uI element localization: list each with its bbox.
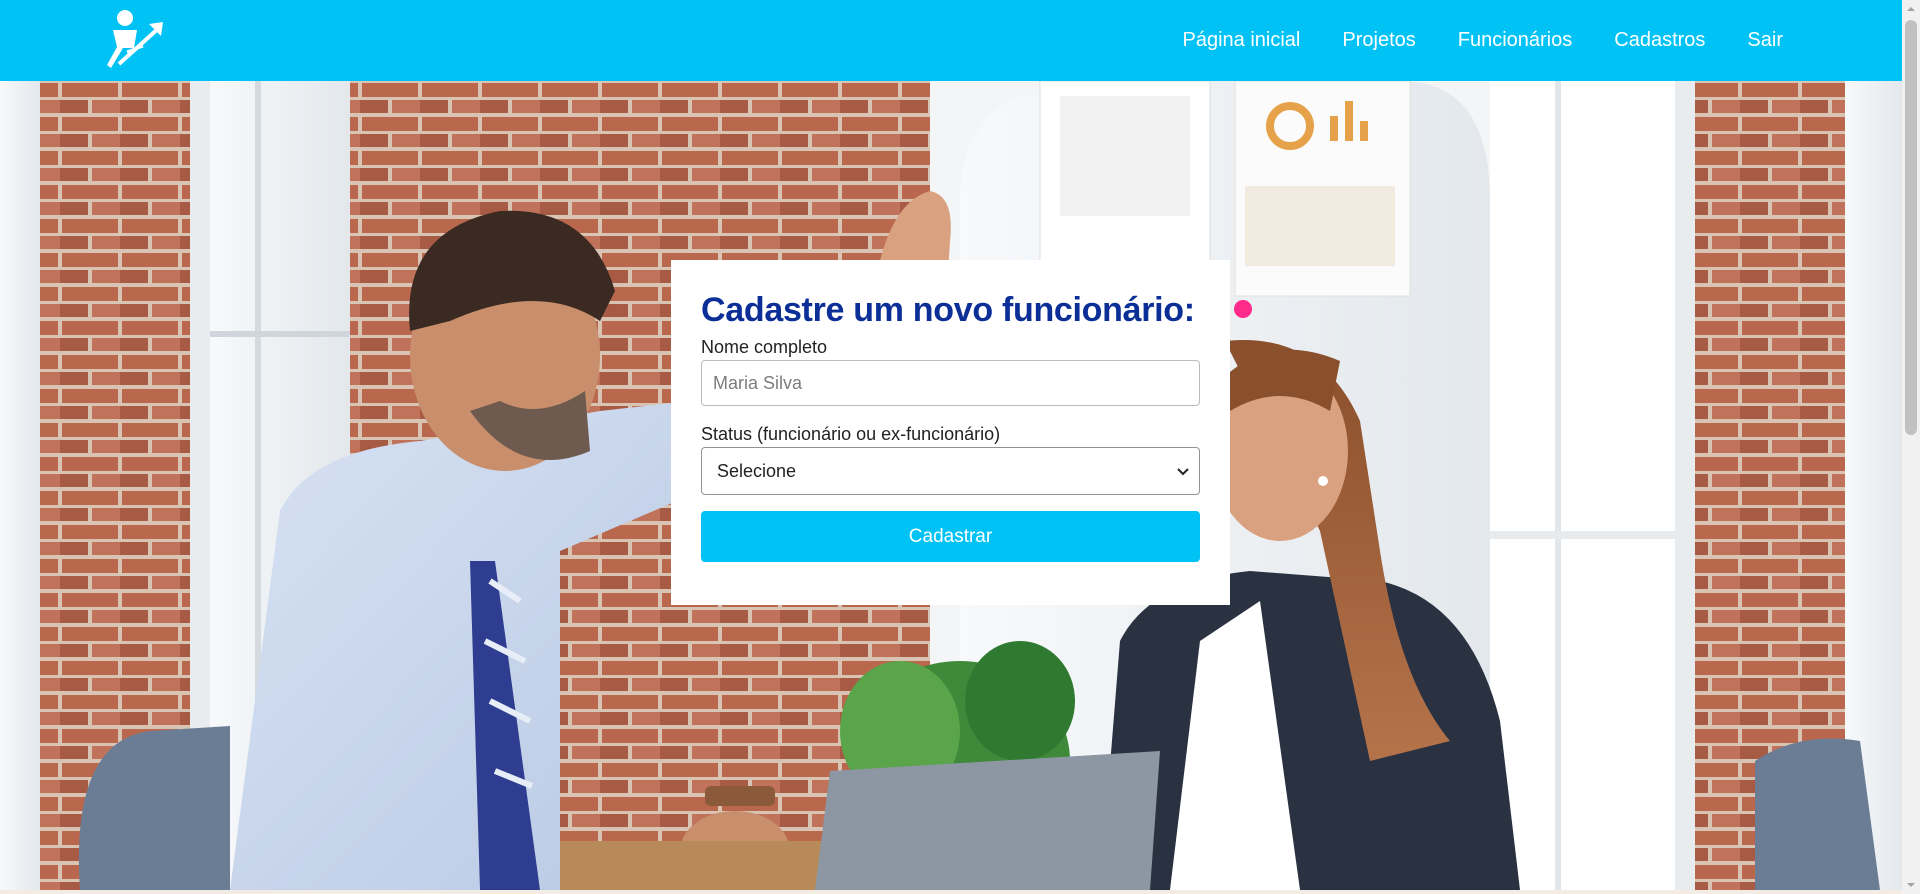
- form-title: Cadastre um novo funcionário:: [701, 291, 1195, 329]
- scroll-up-arrow-icon[interactable]: [1906, 4, 1916, 14]
- scrollbar-thumb[interactable]: [1905, 20, 1917, 435]
- nav-link-registrations[interactable]: Cadastros: [1593, 29, 1726, 52]
- full-name-input[interactable]: [701, 360, 1200, 406]
- top-navbar: Página inicial Projetos Funcionários Cad…: [0, 0, 1902, 81]
- status-select-value: Selecione: [717, 461, 797, 481]
- vertical-scrollbar[interactable]: [1902, 0, 1920, 894]
- nav-link-logout[interactable]: Sair: [1726, 29, 1804, 52]
- chevron-down-icon: [1177, 468, 1189, 476]
- status-select[interactable]: Selecione: [701, 447, 1200, 495]
- page: Página inicial Projetos Funcionários Cad…: [0, 0, 1920, 894]
- nav-link-home[interactable]: Página inicial: [1162, 29, 1322, 52]
- scroll-down-arrow-icon[interactable]: [1906, 880, 1916, 890]
- nav-link-employees[interactable]: Funcionários: [1437, 29, 1594, 52]
- status-field-label: Status (funcionário ou ex-funcionário): [701, 424, 1001, 444]
- nav-link-projects[interactable]: Projetos: [1321, 29, 1436, 52]
- register-employee-card: Cadastre um novo funcionário: Nome compl…: [671, 260, 1230, 605]
- person-growth-arrow-icon[interactable]: [103, 8, 167, 72]
- nav-links: Página inicial Projetos Funcionários Cad…: [1162, 0, 1804, 81]
- name-field-label: Nome completo: [701, 337, 828, 357]
- submit-button[interactable]: Cadastrar: [701, 511, 1200, 562]
